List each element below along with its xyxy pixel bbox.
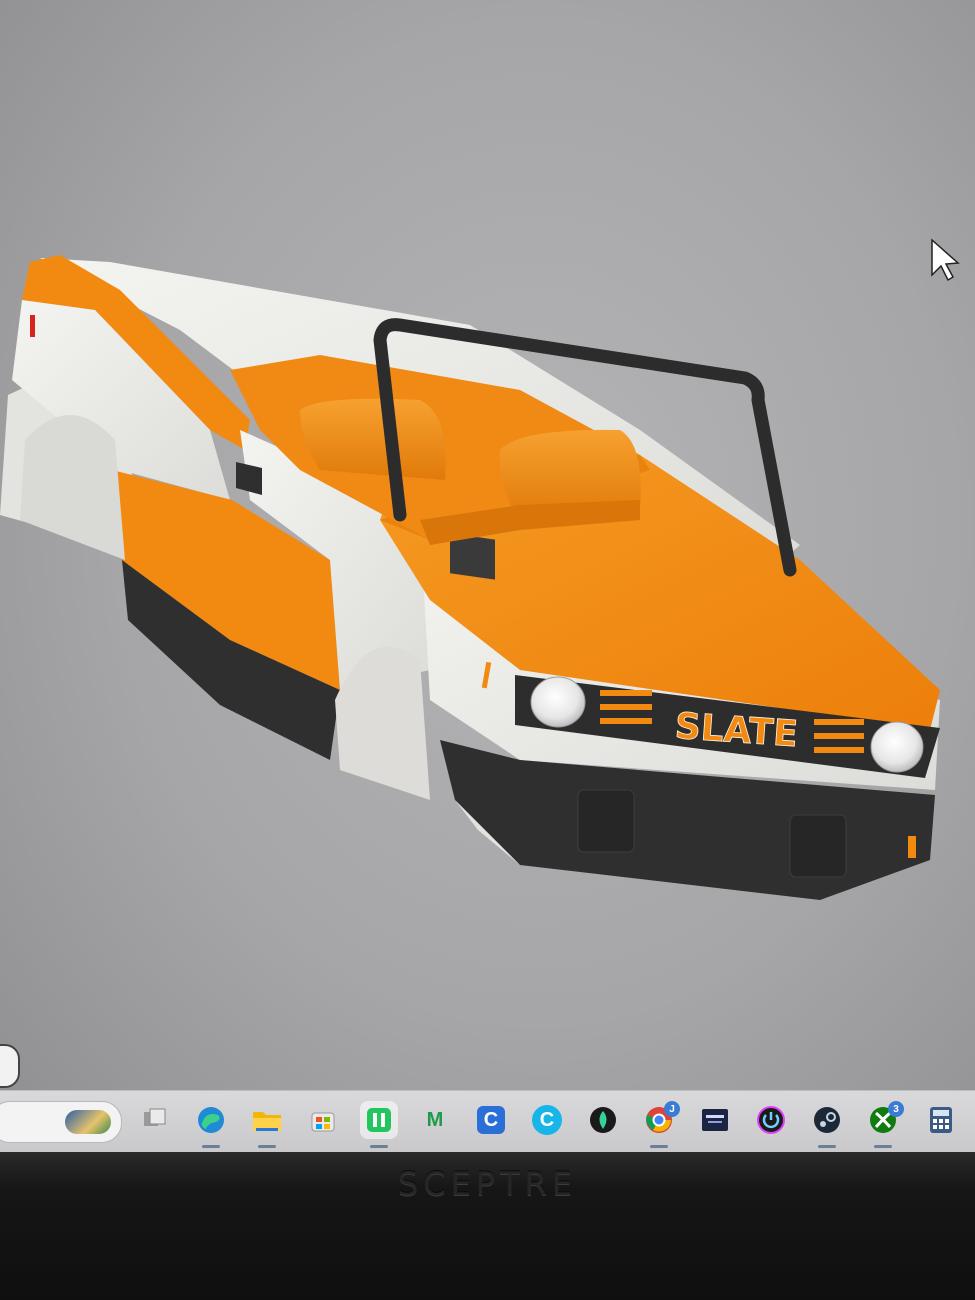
xbox-running-indicator [874,1145,892,1148]
chrome-running-indicator [650,1145,668,1148]
green-app-icon[interactable] [360,1101,398,1139]
chrome-icon[interactable]: J [640,1101,680,1139]
monitor-screen: SLATE M C C J 3 [0,0,975,1160]
bumper-left-block [577,789,635,853]
search-highlight-thumbnail [65,1110,111,1134]
c-blue-app-label: C [477,1106,505,1134]
file-explorer-icon[interactable] [248,1101,286,1139]
xbox-notification-badge: 3 [888,1101,904,1117]
rear-side-marker [30,315,35,337]
chrome-profile-badge: J [664,1101,680,1117]
3d-viewport[interactable]: SLATE [0,0,975,1090]
monitor-brand-logo: SCEPTRE [397,1165,578,1203]
calculator-icon[interactable] [922,1101,960,1139]
vehicle-model[interactable]: SLATE [0,255,940,900]
left-grille-slots [600,690,652,724]
brand-badge: SLATE [674,706,800,755]
task-view-icon[interactable] [136,1101,174,1139]
taskbar: M C C J 3 [0,1090,975,1153]
left-edge-app-icon[interactable] [0,1044,20,1088]
left-headlight [530,676,586,728]
bumper-amber-light [908,836,916,858]
edge-icon[interactable] [192,1101,230,1139]
bumper-right-block [789,814,847,878]
game-app-icon[interactable] [696,1101,734,1139]
xbox-icon[interactable]: 3 [864,1101,904,1139]
steam-icon[interactable] [808,1101,846,1139]
explorer-running-indicator [258,1145,276,1148]
microsoft-store-icon[interactable] [304,1101,342,1139]
drop-app-icon[interactable] [584,1101,622,1139]
right-headlight [870,721,924,773]
c-cyan-app-icon[interactable]: C [528,1101,566,1139]
edge-running-indicator [202,1145,220,1148]
m-app-icon[interactable]: M [416,1101,454,1139]
green-app-running-indicator [370,1145,388,1148]
right-grille-slots [814,719,864,753]
c-blue-app-icon[interactable]: C [472,1101,510,1139]
c-cyan-app-label: C [532,1105,562,1135]
taskbar-search-box[interactable] [0,1101,122,1143]
power-app-icon[interactable] [752,1101,790,1139]
mouse-cursor-icon [931,238,960,282]
steam-running-indicator [818,1145,836,1148]
rear-seat [300,398,446,480]
rear-wheel-arch [20,415,125,560]
